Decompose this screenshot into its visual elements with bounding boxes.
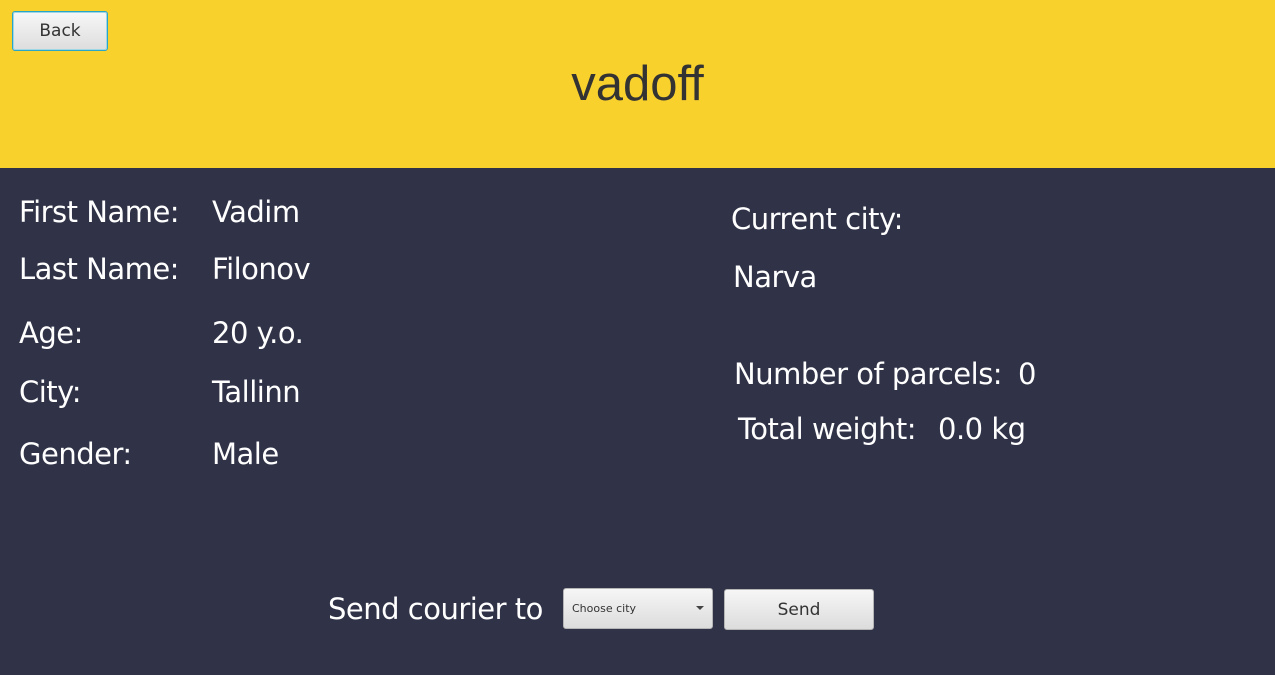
header-bar: Back vadoff (0, 0, 1275, 168)
total-weight-value: 0.0 kg (938, 412, 1026, 446)
chevron-down-icon (696, 606, 704, 610)
page-title: vadoff (571, 57, 704, 111)
age-value: 20 y.o. (212, 316, 304, 350)
first-name-label: First Name: (19, 195, 180, 229)
current-city-value: Narva (733, 260, 817, 294)
city-select[interactable]: Choose city (563, 588, 713, 629)
current-city-label: Current city: (731, 202, 903, 236)
parcels-count-label: Number of parcels: (734, 357, 1003, 391)
back-button[interactable]: Back (12, 11, 108, 51)
city-label: City: (19, 375, 82, 409)
city-select-placeholder: Choose city (572, 602, 637, 615)
last-name-label: Last Name: (19, 252, 179, 286)
first-name-value: Vadim (212, 195, 300, 229)
gender-label: Gender: (19, 437, 132, 471)
parcels-count-value: 0 (1018, 357, 1036, 391)
age-label: Age: (19, 316, 83, 350)
total-weight-label: Total weight: (738, 412, 917, 446)
gender-value: Male (212, 437, 279, 471)
send-button[interactable]: Send (724, 589, 874, 630)
send-courier-prompt: Send courier to (328, 592, 543, 626)
last-name-value: Filonov (212, 252, 311, 286)
city-value: Tallinn (212, 375, 301, 409)
app-window: Back vadoff First Name: Vadim Last Name:… (0, 0, 1275, 675)
